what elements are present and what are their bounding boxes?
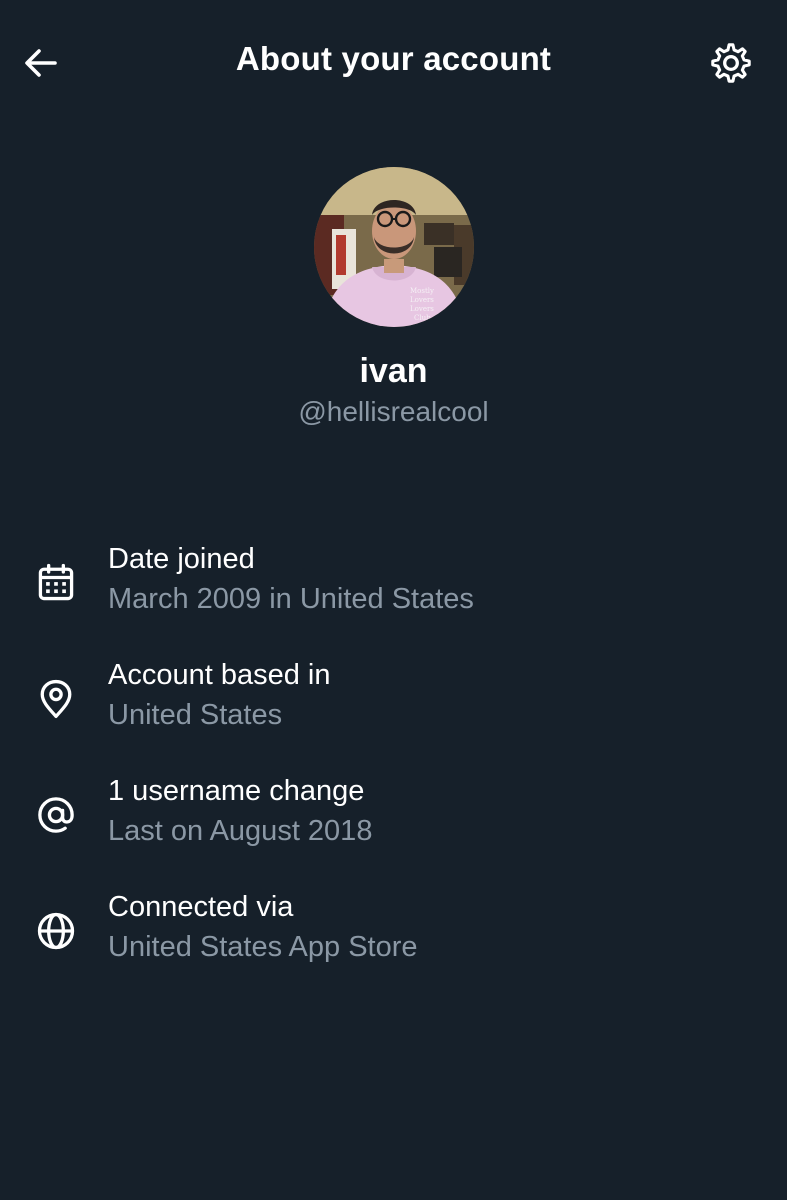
settings-button[interactable] [706, 38, 756, 88]
hoodie-text-4: Club [414, 314, 431, 322]
location-pin-icon [40, 679, 72, 719]
avatar[interactable]: Mostly Lovers Lovers Club [314, 167, 474, 327]
globe-icon [37, 912, 75, 950]
page-title: About your account [235, 40, 552, 77]
display-name: ivan [359, 352, 428, 390]
info-subtitle: Last on August 2018 [108, 815, 373, 847]
profile-photo: Mostly Lovers Lovers Club [314, 167, 474, 327]
info-subtitle: United States [108, 699, 283, 731]
info-title: 1 username change [108, 775, 365, 807]
info-title: Connected via [108, 891, 294, 923]
info-title: Date joined [108, 543, 255, 575]
hoodie-text-2: Lovers [410, 296, 434, 304]
info-row-date-joined: Date joined March 2009 in United States [0, 543, 787, 643]
top-bar: About your account [0, 0, 787, 126]
info-subtitle: March 2009 in United States [108, 583, 474, 615]
info-row-username-change: 1 username change Last on August 2018 [0, 775, 787, 875]
info-row-connected-via: Connected via United States App Store [0, 891, 787, 991]
info-row-account-based-in: Account based in United States [0, 659, 787, 759]
info-title: Account based in [108, 659, 331, 691]
at-sign-icon [38, 797, 74, 833]
gear-icon [711, 43, 751, 83]
hoodie-text-1: Mostly [410, 287, 434, 295]
username-handle: @hellisrealcool [298, 396, 489, 427]
info-subtitle: United States App Store [108, 931, 418, 963]
hoodie-text-3: Lovers [410, 305, 434, 313]
calendar-icon [38, 563, 74, 601]
